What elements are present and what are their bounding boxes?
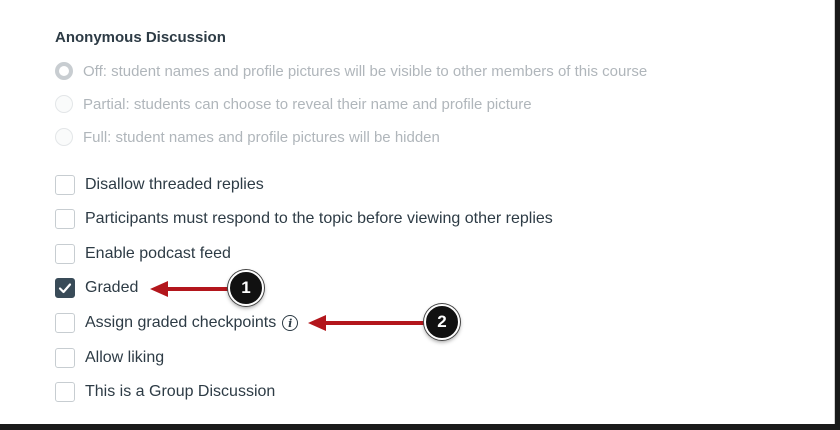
radio-off[interactable]: [55, 62, 73, 80]
annotation-arrow-2: [308, 315, 430, 331]
anonymous-option-off-label: Off: student names and profile pictures …: [83, 62, 648, 80]
checkbox-graded[interactable]: [55, 278, 75, 298]
graded-label: Graded: [85, 279, 139, 296]
option-group[interactable]: This is a Group Discussion: [55, 381, 275, 403]
callout-badge-1: 1: [228, 270, 264, 306]
info-icon[interactable]: i: [282, 315, 299, 331]
radio-full[interactable]: [55, 128, 73, 146]
checkbox-podcast[interactable]: [55, 244, 75, 264]
podcast-label: Enable podcast feed: [85, 245, 231, 262]
group-label: This is a Group Discussion: [85, 383, 276, 400]
checkmark-icon: [58, 283, 72, 294]
anonymous-option-full-label: Full: student names and profile pictures…: [83, 128, 440, 146]
option-graded[interactable]: Graded: [55, 277, 138, 299]
disallow-threaded-label: Disallow threaded replies: [85, 176, 264, 193]
option-podcast[interactable]: Enable podcast feed: [55, 243, 231, 265]
anonymous-option-partial[interactable]: Partial: students can choose to reveal t…: [55, 93, 532, 115]
anonymous-discussion-heading: Anonymous Discussion: [55, 29, 226, 46]
discussion-options-panel: Anonymous Discussion Off: student names …: [0, 0, 835, 424]
checkpoints-label: Assign graded checkpoints: [85, 314, 277, 331]
liking-label: Allow liking: [85, 349, 165, 366]
annotation-arrow-1: [150, 281, 232, 297]
anonymous-option-off[interactable]: Off: student names and profile pictures …: [55, 60, 647, 82]
anonymous-option-partial-label: Partial: students can choose to reveal t…: [83, 95, 532, 113]
checkbox-must-respond[interactable]: [55, 209, 75, 229]
checkbox-disallow-threaded[interactable]: [55, 175, 75, 195]
callout-badge-2: 2: [424, 304, 460, 340]
anonymous-option-full[interactable]: Full: student names and profile pictures…: [55, 126, 440, 148]
checkbox-checkpoints[interactable]: [55, 313, 75, 333]
must-respond-label: Participants must respond to the topic b…: [85, 210, 553, 227]
option-must-respond[interactable]: Participants must respond to the topic b…: [55, 208, 553, 230]
option-checkpoints[interactable]: Assign graded checkpoints i: [55, 312, 299, 334]
option-liking[interactable]: Allow liking: [55, 347, 164, 369]
radio-partial[interactable]: [55, 95, 73, 113]
checkbox-group[interactable]: [55, 382, 75, 402]
option-disallow-threaded[interactable]: Disallow threaded replies: [55, 174, 264, 196]
checkbox-liking[interactable]: [55, 348, 75, 368]
